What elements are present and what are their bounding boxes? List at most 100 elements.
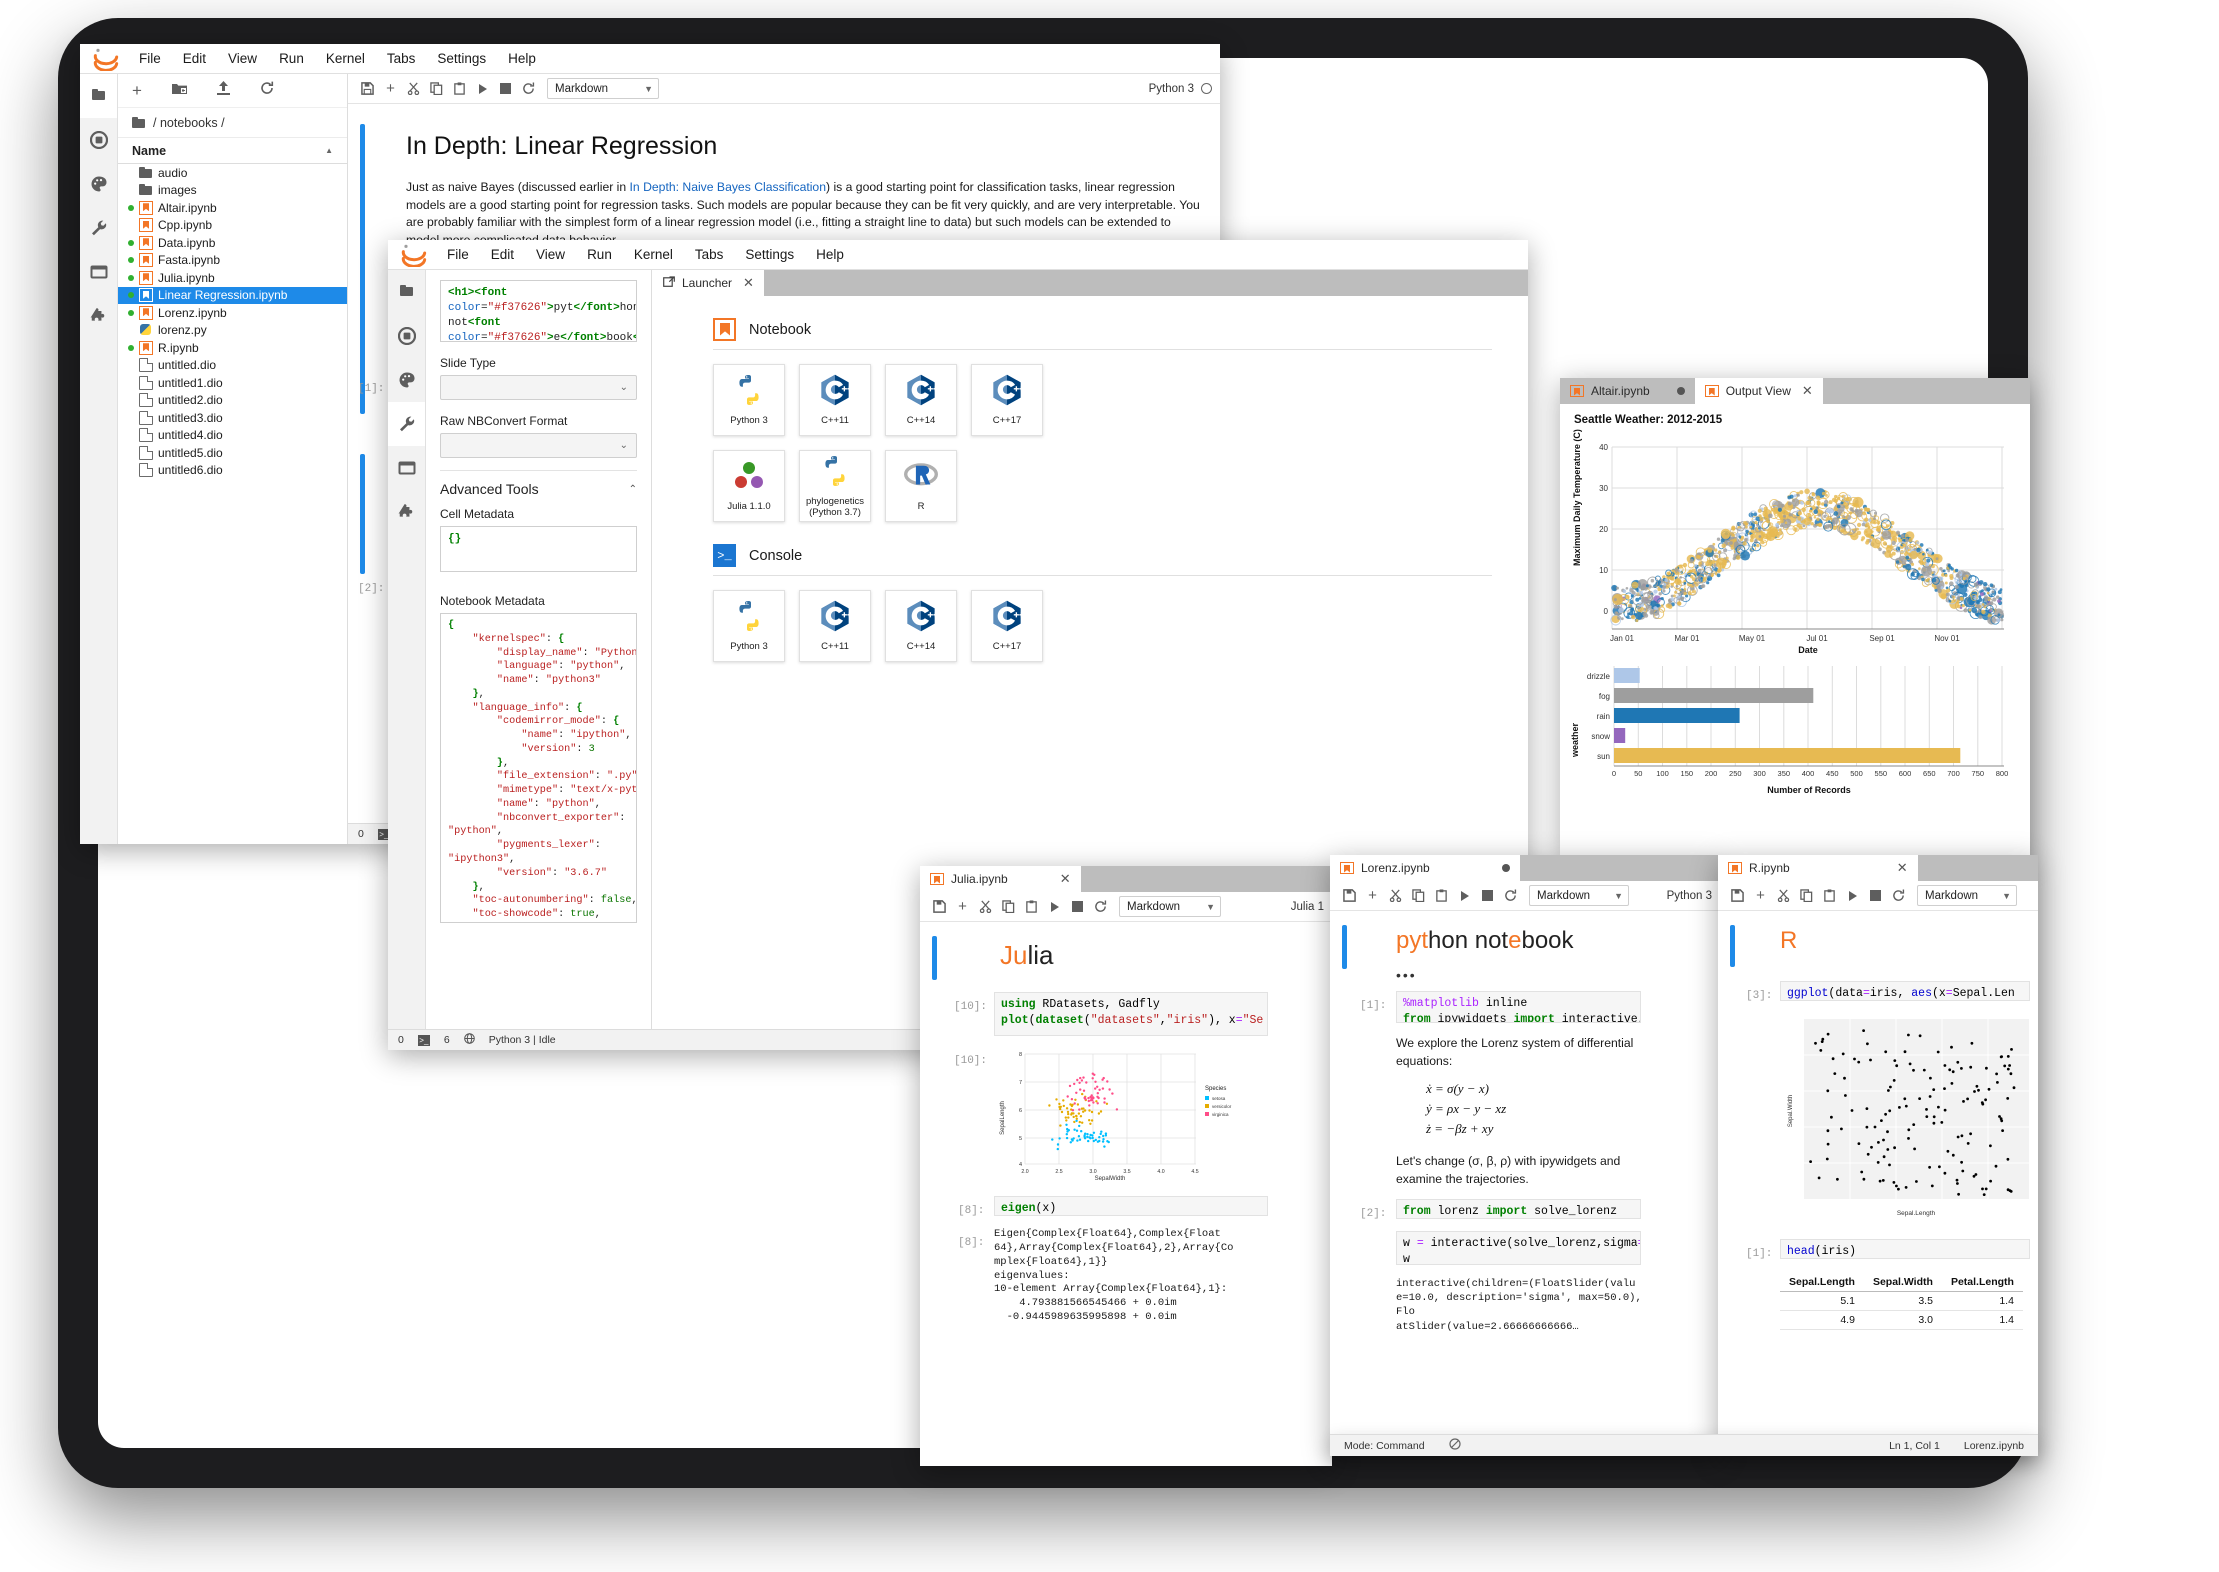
julia-code-cell-1[interactable]: using RDatasets, Gadfly plot(dataset("da…	[994, 992, 1268, 1036]
r-code-cell-1[interactable]: ggplot(data=iris, aes(x=Sepal.Len	[1780, 981, 2030, 1001]
restart-icon[interactable]	[1499, 884, 1522, 907]
lorenz-cell-type-select[interactable]: Markdown ▼	[1529, 885, 1629, 906]
win2-menu-help[interactable]: Help	[805, 240, 855, 270]
upload-icon[interactable]	[216, 81, 230, 100]
close-icon[interactable]: ✕	[1802, 383, 1813, 399]
sidebar-item-property-inspector[interactable]	[388, 402, 425, 446]
launcher-card-python-3[interactable]: Python 3	[713, 364, 785, 436]
win2-menu-kernel[interactable]: Kernel	[623, 240, 684, 270]
file-list-item[interactable]: images	[118, 182, 347, 200]
launcher-notebook-cards-row2[interactable]: Julia 1.1.0 phylogenetics (Python 3.7) R	[713, 450, 1492, 522]
file-browser-panel[interactable]: + / notebooks / Name ▲ audio images Altair…	[118, 74, 348, 844]
file-list-item[interactable]: Julia.ipynb	[118, 269, 347, 287]
lorenz-cells[interactable]: python notebook ••• [1]: %matplotlib inl…	[1330, 911, 1720, 1455]
r-notebook-window[interactable]: R.ipynb ✕ + Markdown ▼ R [3]: ggplot(dat…	[1718, 855, 2038, 1455]
terminal-icon[interactable]: >_	[417, 1034, 430, 1046]
win2-menu-settings[interactable]: Settings	[734, 240, 805, 270]
cut-icon[interactable]	[1772, 884, 1795, 907]
naive-bayes-link[interactable]: In Depth: Naive Bayes Classification	[630, 180, 826, 194]
main-menubar[interactable]: File Edit View Run Kernel Tabs Settings …	[80, 44, 1220, 74]
copy-icon[interactable]	[1407, 884, 1430, 907]
save-icon[interactable]	[928, 895, 951, 918]
file-list-item[interactable]: Altair.ipynb	[118, 199, 347, 217]
win2-menu-view[interactable]: View	[525, 240, 576, 270]
close-icon[interactable]: ✕	[1897, 860, 1908, 876]
r-code-cell-2[interactable]: head(iris)	[1780, 1239, 2030, 1259]
restart-icon[interactable]	[1089, 895, 1112, 918]
insert-cell-icon[interactable]: +	[379, 77, 402, 100]
sidebar-item-open-tabs[interactable]	[80, 250, 117, 294]
close-icon[interactable]: ✕	[1060, 871, 1071, 887]
cut-icon[interactable]	[974, 895, 997, 918]
slide-type-select[interactable]: ⌄	[440, 375, 637, 400]
copy-icon[interactable]	[997, 895, 1020, 918]
r-cell-type-select[interactable]: Markdown ▼	[1917, 885, 2017, 906]
cell-metadata-editor[interactable]: {}	[440, 526, 637, 572]
raw-cell-preview[interactable]: <h1><font color="#f37626">pyt</font>ho n …	[440, 280, 637, 342]
breadcrumb[interactable]: / notebooks /	[118, 108, 347, 138]
insert-cell-icon[interactable]: +	[1749, 884, 1772, 907]
launcher-card-r[interactable]: R	[885, 450, 957, 522]
file-list-item[interactable]: untitled1.dio	[118, 374, 347, 392]
global-status-bar[interactable]: Mode: Command Ln 1, Col 1 Lorenz.ipynb	[1330, 1434, 2038, 1456]
launcher-card-phylogenetics[interactable]: phylogenetics (Python 3.7)	[799, 450, 871, 522]
win2-menu-edit[interactable]: Edit	[480, 240, 525, 270]
cut-icon[interactable]	[402, 77, 425, 100]
no-connection-icon[interactable]	[1448, 1438, 1461, 1453]
tab-lorenz[interactable]: Lorenz.ipynb	[1330, 855, 1520, 881]
file-list-item[interactable]: Linear Regression.ipynb	[118, 286, 347, 304]
unsaved-dot-icon[interactable]	[1501, 864, 1510, 872]
julia-toolbar[interactable]: + Markdown ▼ Julia 1	[920, 892, 1332, 922]
lorenz-code-cell-2[interactable]: from lorenz import solve_lorenz	[1396, 1199, 1641, 1219]
chevron-up-icon[interactable]: ⌃	[629, 484, 637, 495]
run-icon[interactable]	[1453, 884, 1476, 907]
r-tabbar[interactable]: R.ipynb ✕	[1718, 855, 2038, 881]
cut-icon[interactable]	[1384, 884, 1407, 907]
unsaved-dot-icon[interactable]	[1676, 387, 1685, 395]
close-icon[interactable]: ✕	[743, 275, 754, 291]
tab-output-view[interactable]: Output View ✕	[1694, 378, 1823, 404]
file-list-item[interactable]: untitled2.dio	[118, 392, 347, 410]
notebook-toolbar[interactable]: + Markdown ▼ Python 3	[348, 74, 1220, 104]
run-icon[interactable]	[471, 77, 494, 100]
launcher-console-cards[interactable]: Python 3 C++11 C++14 C++17	[713, 590, 1492, 662]
property-inspector-panel[interactable]: <h1><font color="#f37626">pyt</font>ho n …	[426, 270, 652, 1029]
r-toolbar[interactable]: + Markdown ▼	[1718, 881, 2038, 911]
menu-help[interactable]: Help	[497, 44, 547, 74]
lorenz-code-cell-3[interactable]: w = interactive(solve_lorenz,sigma=(0.0,…	[1396, 1231, 1641, 1265]
insert-cell-icon[interactable]: +	[951, 895, 974, 918]
launcher-card-c-17[interactable]: C++17	[971, 364, 1043, 436]
julia-code-cell-2[interactable]: eigen(x)	[994, 1196, 1268, 1216]
win2-menu-file[interactable]: File	[436, 240, 480, 270]
stop-icon[interactable]	[494, 77, 517, 100]
save-icon[interactable]	[1726, 884, 1749, 907]
file-list-item[interactable]: Fasta.ipynb	[118, 252, 347, 270]
lorenz-kernel-indicator[interactable]: Python 3	[1667, 890, 1712, 902]
sidebar-item-extension-manager[interactable]	[388, 490, 425, 534]
r-cells[interactable]: R [3]: ggplot(data=iris, aes(x=Sepal.Len…	[1718, 911, 2038, 1455]
lorenz-notebook-window[interactable]: Lorenz.ipynb + Markdown ▼ Python 3 pytho…	[1330, 855, 1720, 1455]
left-sidebar-rail[interactable]	[80, 74, 118, 844]
tab-launcher[interactable]: Launcher ✕	[653, 270, 764, 296]
launcher-card-c-11[interactable]: C++11	[799, 590, 871, 662]
file-list-item[interactable]: R.ipynb	[118, 339, 347, 357]
restart-icon[interactable]	[517, 77, 540, 100]
file-list-item[interactable]: lorenz.py	[118, 322, 347, 340]
launcher-card-julia-1-1-0[interactable]: Julia 1.1.0	[713, 450, 785, 522]
notebook-metadata-editor[interactable]: { "kernelspec": { "display_name": "Pytho…	[440, 613, 637, 923]
julia-kernel-indicator[interactable]: Julia 1	[1291, 901, 1324, 913]
refresh-icon[interactable]	[260, 81, 274, 100]
save-icon[interactable]	[356, 77, 379, 100]
julia-notebook-window[interactable]: Julia.ipynb ✕ + Markdown ▼ Julia 1 Julia…	[920, 866, 1332, 1466]
launcher-card-python-3[interactable]: Python 3	[713, 590, 785, 662]
sidebar-item-open-tabs[interactable]	[388, 446, 425, 490]
file-list-header[interactable]: Name ▲	[118, 138, 347, 164]
copy-icon[interactable]	[1795, 884, 1818, 907]
restart-icon[interactable]	[1887, 884, 1910, 907]
tab-julia[interactable]: Julia.ipynb ✕	[920, 866, 1081, 892]
cell-type-select[interactable]: Markdown ▼	[547, 78, 659, 99]
lorenz-toolbar[interactable]: + Markdown ▼ Python 3	[1330, 881, 1720, 911]
tab-r[interactable]: R.ipynb ✕	[1718, 855, 1918, 881]
lorenz-tabbar[interactable]: Lorenz.ipynb	[1330, 855, 1720, 881]
sidebar-item-commands[interactable]	[388, 358, 425, 402]
